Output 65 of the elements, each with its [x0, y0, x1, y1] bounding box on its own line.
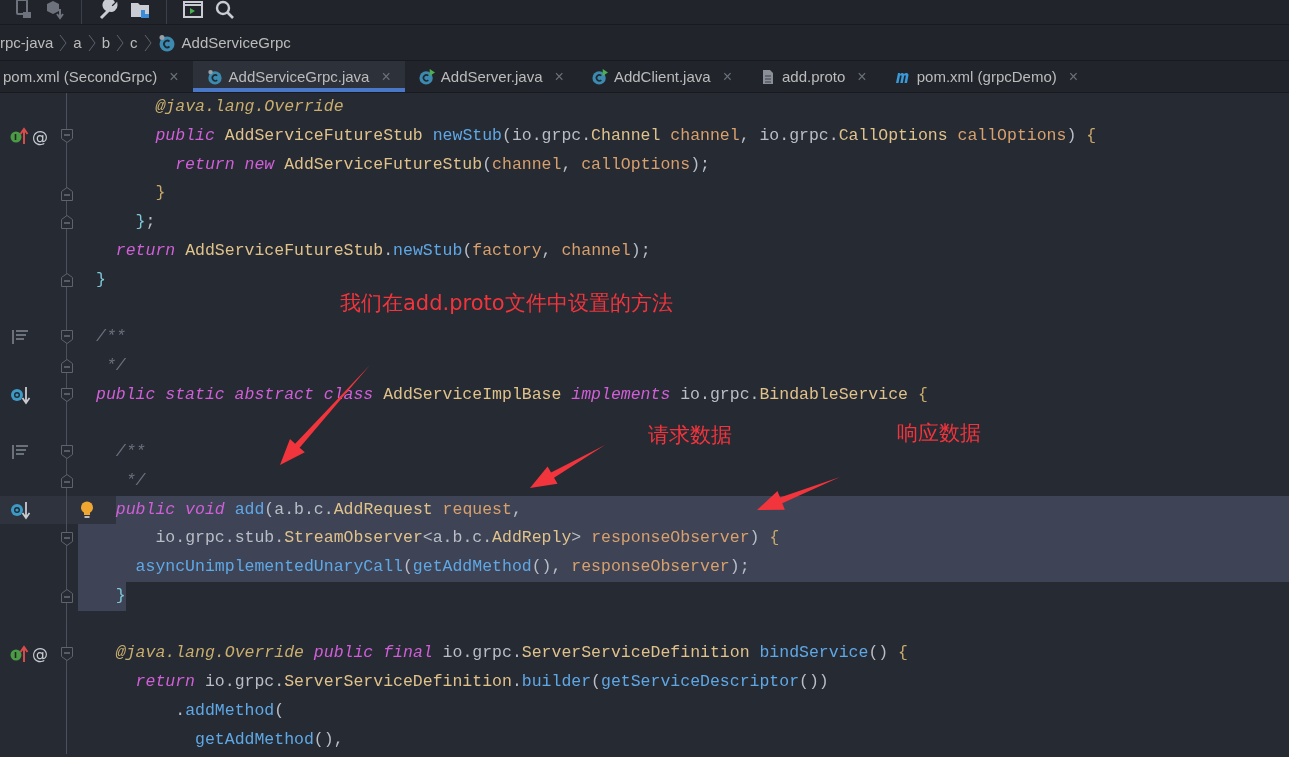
device-icon[interactable]: [13, 0, 33, 20]
cube-icon[interactable]: [45, 0, 65, 20]
class-icon: [157, 33, 176, 52]
code-line: }: [96, 268, 106, 291]
implements-up-icon[interactable]: [10, 643, 30, 664]
fold-icon[interactable]: [61, 186, 73, 201]
code-line: .addMethod(: [175, 699, 285, 722]
class-run-icon: [418, 68, 435, 85]
code-line: */: [125, 469, 146, 492]
breadcrumb-item[interactable]: rpc-java: [0, 34, 54, 51]
fold-icon[interactable]: [61, 531, 73, 546]
code-line: /**: [96, 326, 126, 348]
breadcrumb-item[interactable]: b: [101, 34, 111, 51]
code-line: }: [155, 182, 166, 205]
breadcrumb-item[interactable]: a: [73, 34, 82, 51]
code-line: */: [105, 354, 126, 377]
annotation-text: 响应数据: [897, 420, 981, 447]
class-icon: [206, 68, 223, 85]
breadcrumb-item[interactable]: AddServiceGrpc: [181, 34, 291, 51]
code-line: return io.grpc.ServerServiceDefinition.builder(getServiceDescriptor()): [135, 671, 829, 693]
file-tab[interactable]: pom.xml (SecondGrpc) ×: [0, 61, 193, 92]
annotation-mark[interactable]: @: [32, 126, 48, 146]
code-line: };: [135, 211, 156, 233]
class-run-icon: [591, 68, 608, 85]
code-line: return new AddServiceFutureStub(channel, callOptions);: [175, 153, 710, 176]
implemented-down-icon[interactable]: [10, 499, 30, 520]
file-tab[interactable]: AddServer.java ×: [404, 61, 578, 92]
code-line: public AddServiceFutureStub newStub(io.grpc.Channel channel, io.grpc.CallOptions callOptions) {: [155, 124, 1097, 147]
chevron-icon: [116, 33, 125, 52]
code-line: @java.lang.Override public final io.grpc.ServerServiceDefinition bindService() {: [115, 642, 908, 665]
code-line: asyncUnimplementedUnaryCall(getAddMethod(), responseObserver);: [135, 556, 750, 578]
breadcrumb-item[interactable]: c: [130, 34, 138, 51]
fold-icon[interactable]: [61, 272, 73, 287]
code-line: getAddMethod(),: [195, 728, 344, 751]
chevron-icon: [143, 33, 152, 52]
fold-icon[interactable]: [61, 129, 73, 144]
file-tab[interactable]: AddServiceGrpc.java ×: [192, 61, 405, 92]
file-tab[interactable]: pom.xml (grpcDemo) ×: [880, 61, 1093, 92]
code-line: /**: [115, 441, 146, 463]
fold-icon[interactable]: [61, 589, 73, 604]
annotation-text: 我们在add.proto文件中设置的方法: [340, 290, 673, 317]
code-line: }: [115, 584, 126, 607]
implemented-down-icon[interactable]: [10, 384, 30, 405]
code-line: io.grpc.stub.StreamObserver<a.b.c.AddReply> responseObserver) {: [155, 527, 780, 550]
file-tab[interactable]: add.proto ×: [745, 61, 881, 92]
annotation-mark[interactable]: @: [32, 644, 48, 664]
code-line: return AddServiceFutureStub.newStub(factory, channel);: [115, 239, 651, 262]
fold-icon[interactable]: [61, 330, 73, 345]
fold-icon[interactable]: [61, 445, 73, 460]
fold-icon[interactable]: [61, 359, 73, 374]
implements-up-icon[interactable]: [10, 126, 30, 147]
lightbulb-icon[interactable]: [80, 500, 94, 519]
code-line: @java.lang.Override: [155, 96, 344, 118]
fold-icon[interactable]: [61, 215, 73, 230]
terminal-icon[interactable]: [183, 0, 203, 20]
file-tab[interactable]: AddClient.java ×: [577, 61, 746, 92]
chevron-icon: [59, 33, 68, 52]
folder-icon[interactable]: [130, 0, 150, 20]
fold-icon[interactable]: [61, 387, 73, 402]
wrench-icon[interactable]: [98, 0, 118, 20]
annotation-text: 请求数据: [648, 422, 732, 449]
search-icon[interactable]: [215, 0, 235, 20]
fold-icon[interactable]: [61, 646, 73, 661]
fold-icon[interactable]: [61, 474, 73, 489]
chevron-icon: [87, 33, 96, 52]
